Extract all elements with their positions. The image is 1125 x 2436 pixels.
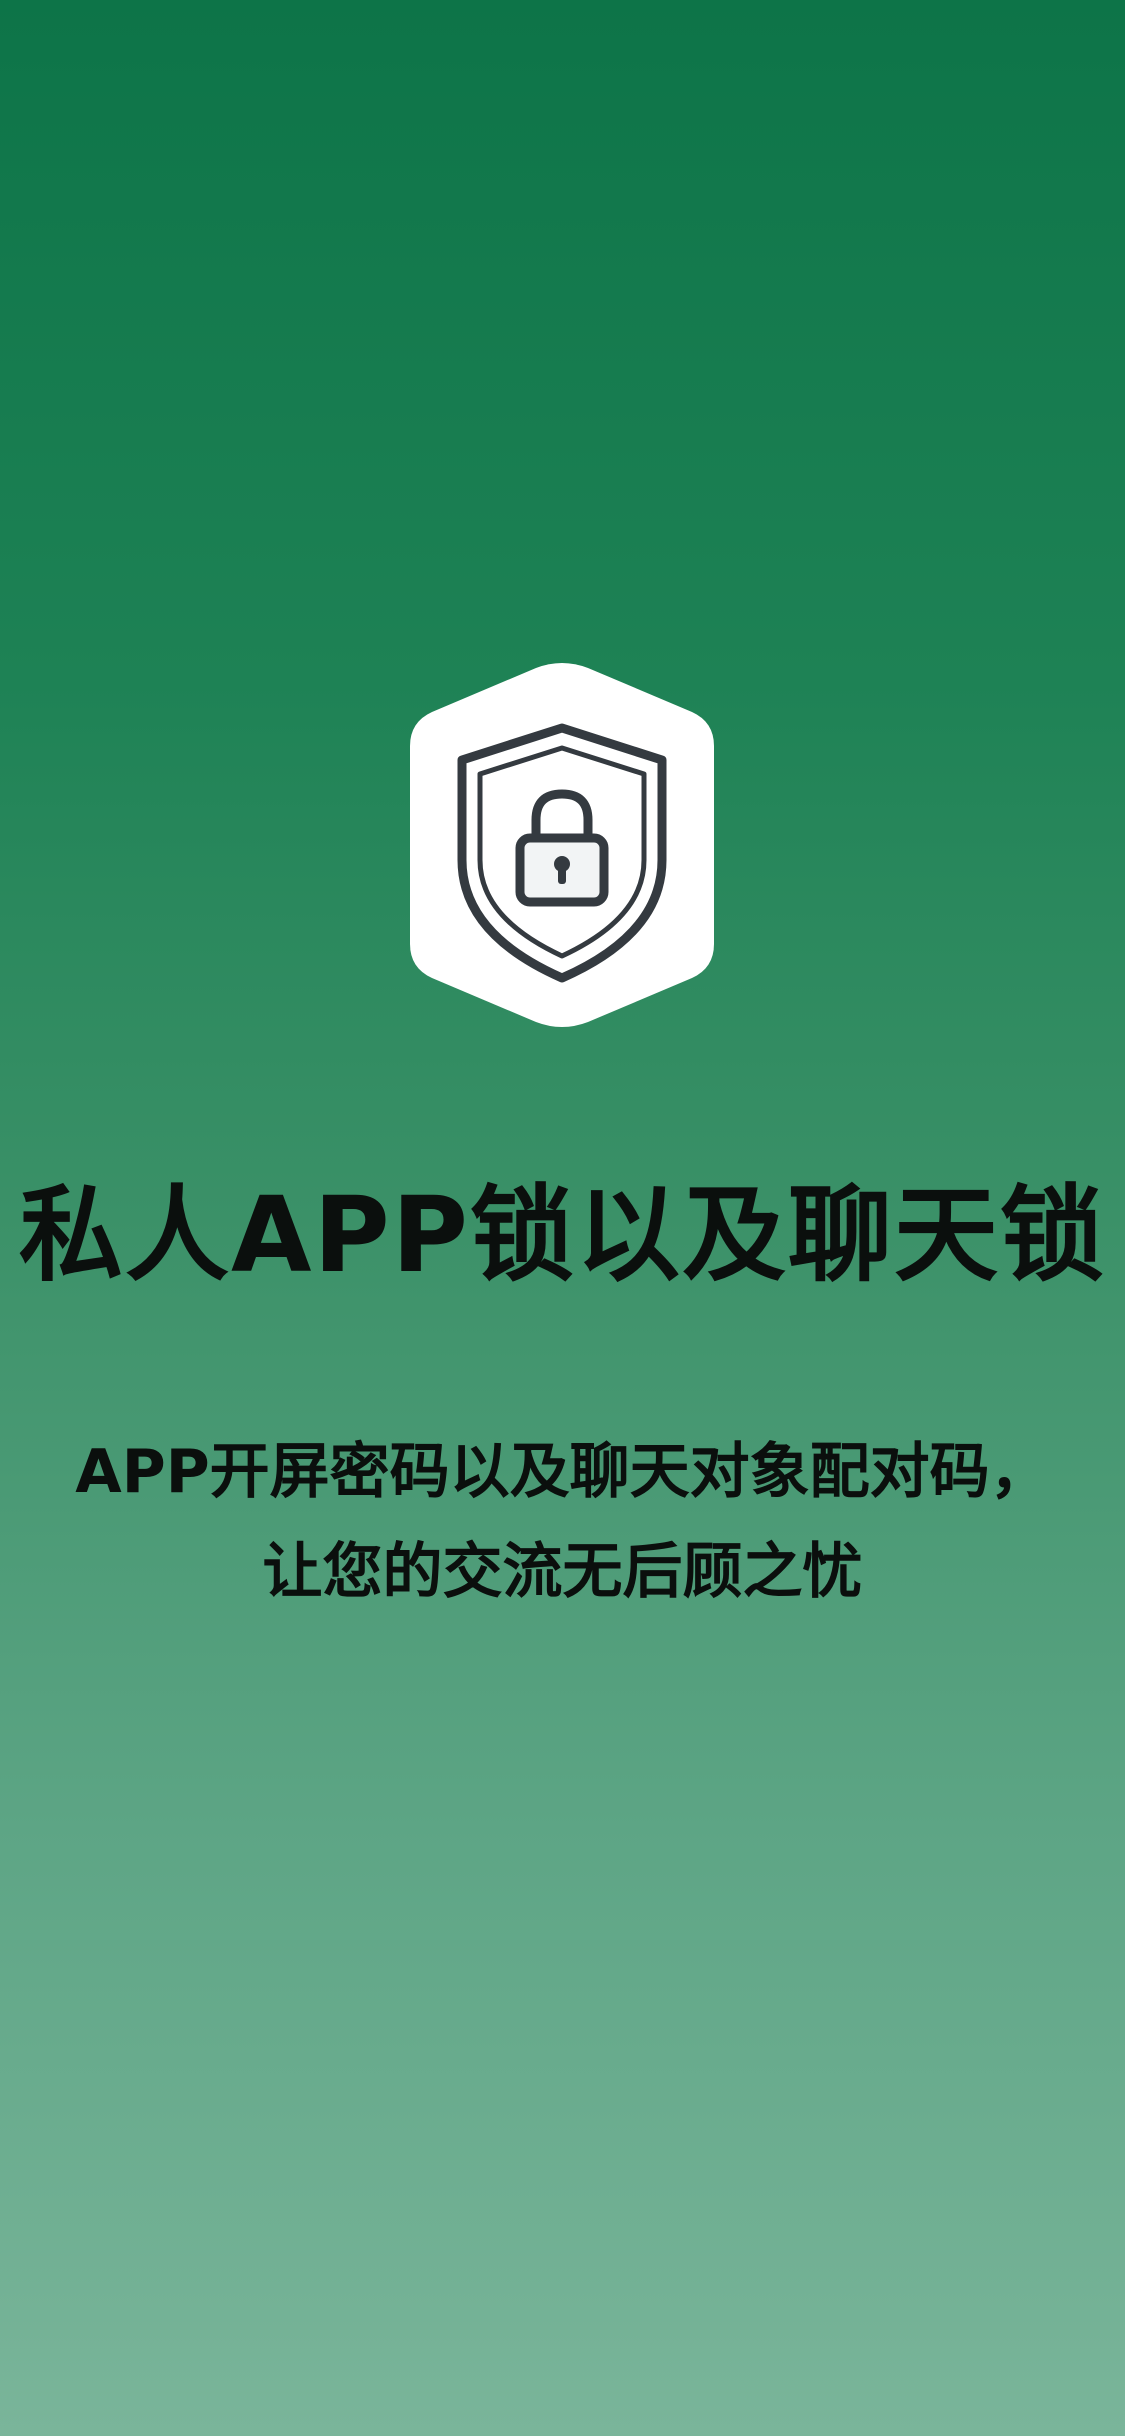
shield-lock-icon [410, 663, 714, 1027]
subtitle-line-2: 让您的交流无后顾之忧 [262, 1537, 863, 1607]
keyhole-slot [558, 866, 566, 884]
app-logo [408, 660, 716, 1030]
headline: 私人APP锁以及聊天锁 [19, 1174, 1106, 1296]
subtitle-line-1: APP开屏密码以及聊天对象配对码， [75, 1437, 1050, 1507]
